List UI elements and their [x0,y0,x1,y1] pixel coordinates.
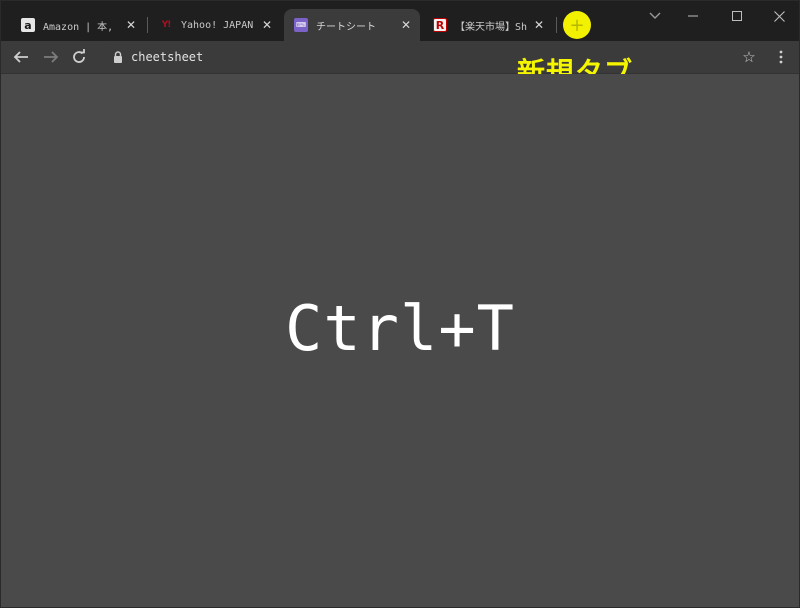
tab-amazon[interactable]: a Amazon | 本, ✕ [11,9,145,41]
toolbar: cheetsheet ☆ [1,41,799,74]
minimize-icon [688,15,698,17]
tab-rakuten[interactable]: R 【楽天市場】Sh ✕ [423,9,553,41]
forward-button[interactable] [41,47,61,67]
bookmark-star-icon[interactable]: ☆ [739,47,759,67]
tab-title: Yahoo! JAPAN [181,19,254,31]
yahoo-favicon-icon: Y! [161,20,172,30]
back-arrow-icon [13,51,28,63]
reload-button[interactable] [69,47,89,67]
tab-close-icon[interactable]: ✕ [398,17,414,33]
tab-close-icon[interactable]: ✕ [531,17,547,33]
tab-title: チートシート [316,21,376,33]
tab-close-icon[interactable]: ✕ [259,17,275,33]
reload-icon [73,49,85,63]
back-button[interactable] [11,47,31,67]
tab-separator [556,17,557,33]
tab-title: 【楽天市場】Sh [455,21,527,33]
new-tab-button[interactable]: + [563,11,591,39]
tab-yahoo[interactable]: Y! Yahoo! JAPAN ✕ [149,9,281,41]
address-bar[interactable]: cheetsheet [105,45,765,69]
tab-separator [147,17,148,33]
minimize-button[interactable] [671,1,715,31]
plus-icon: + [569,14,585,36]
url-text[interactable]: cheetsheet [131,50,203,64]
chevron-down-icon [649,12,661,19]
tab-title: Amazon | 本, [43,21,114,33]
maximize-icon [732,11,742,21]
tab-cheatsheet[interactable]: ⌨ チートシート ✕ [284,9,420,41]
rakuten-favicon-icon: R [433,18,447,32]
kebab-menu-icon[interactable] [771,47,791,67]
shortcut-text: Ctrl+T [285,292,515,365]
close-icon [773,10,785,22]
window-close-button[interactable] [757,1,799,31]
cheatsheet-favicon-icon: ⌨ [294,18,308,32]
maximize-button[interactable] [715,1,759,31]
tab-close-icon[interactable]: ✕ [123,17,139,33]
amazon-favicon-icon: a [21,18,35,32]
page-content: Ctrl+T [1,74,799,607]
browser-window: a Amazon | 本, ✕ Y! Yahoo! JAPAN ✕ ⌨ チートシ… [0,0,800,608]
forward-arrow-icon [44,51,59,63]
lock-icon[interactable] [111,50,125,64]
tab-strip: a Amazon | 本, ✕ Y! Yahoo! JAPAN ✕ ⌨ チートシ… [1,1,799,41]
